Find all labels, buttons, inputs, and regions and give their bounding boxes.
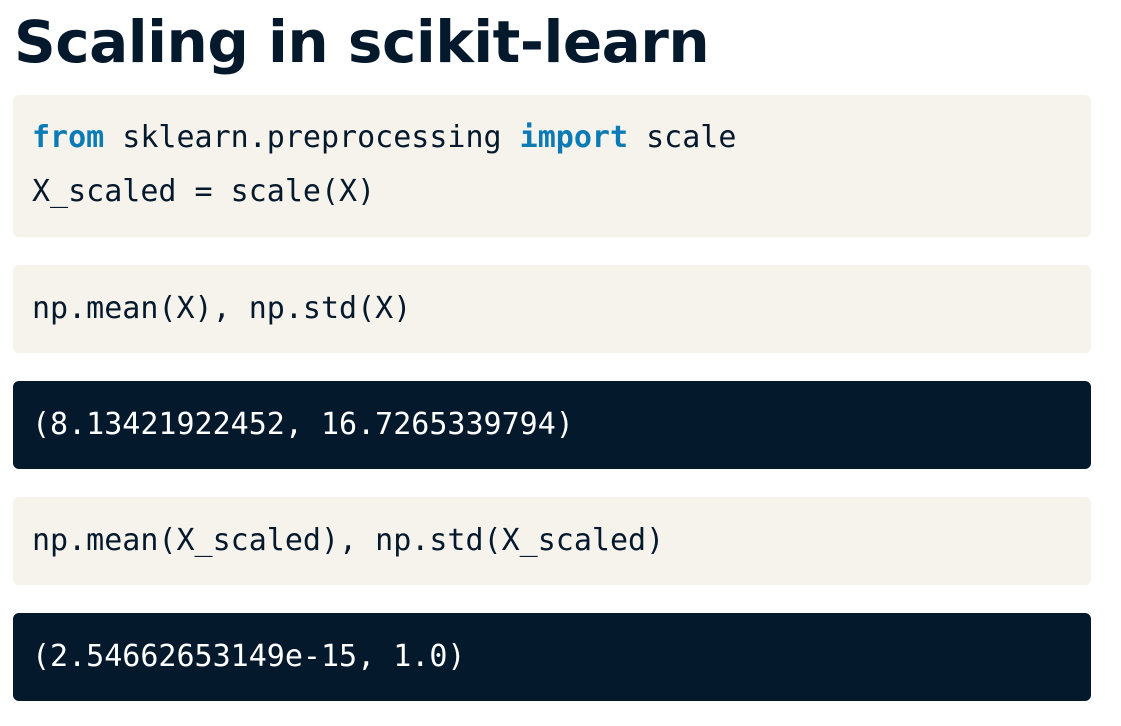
code-block-import: from sklearn.preprocessing import scale X… [13,95,1091,237]
slide-title: Scaling in scikit-learn [14,8,710,76]
code-line: np.mean(X), np.std(X) [32,291,412,326]
code-text-module: sklearn.preprocessing [104,120,520,155]
code-line-scale-call: X_scaled = scale(X) [32,174,376,209]
code-text-scale: scale [628,120,737,155]
code-line-import: from sklearn.preprocessing import scale [32,111,1091,165]
output-line: (8.13421922452, 16.7265339794) [32,407,574,442]
output-block-original: (8.13421922452, 16.7265339794) [13,381,1091,469]
code-block-mean-std-scaled: np.mean(X_scaled), np.std(X_scaled) [13,497,1091,585]
code-line: np.mean(X_scaled), np.std(X_scaled) [32,523,665,558]
code-block-mean-std-original: np.mean(X), np.std(X) [13,265,1091,353]
output-block-scaled: (2.54662653149e-15, 1.0) [13,613,1091,701]
keyword-from: from [32,120,105,155]
output-line: (2.54662653149e-15, 1.0) [32,639,466,674]
keyword-import: import [519,120,629,155]
